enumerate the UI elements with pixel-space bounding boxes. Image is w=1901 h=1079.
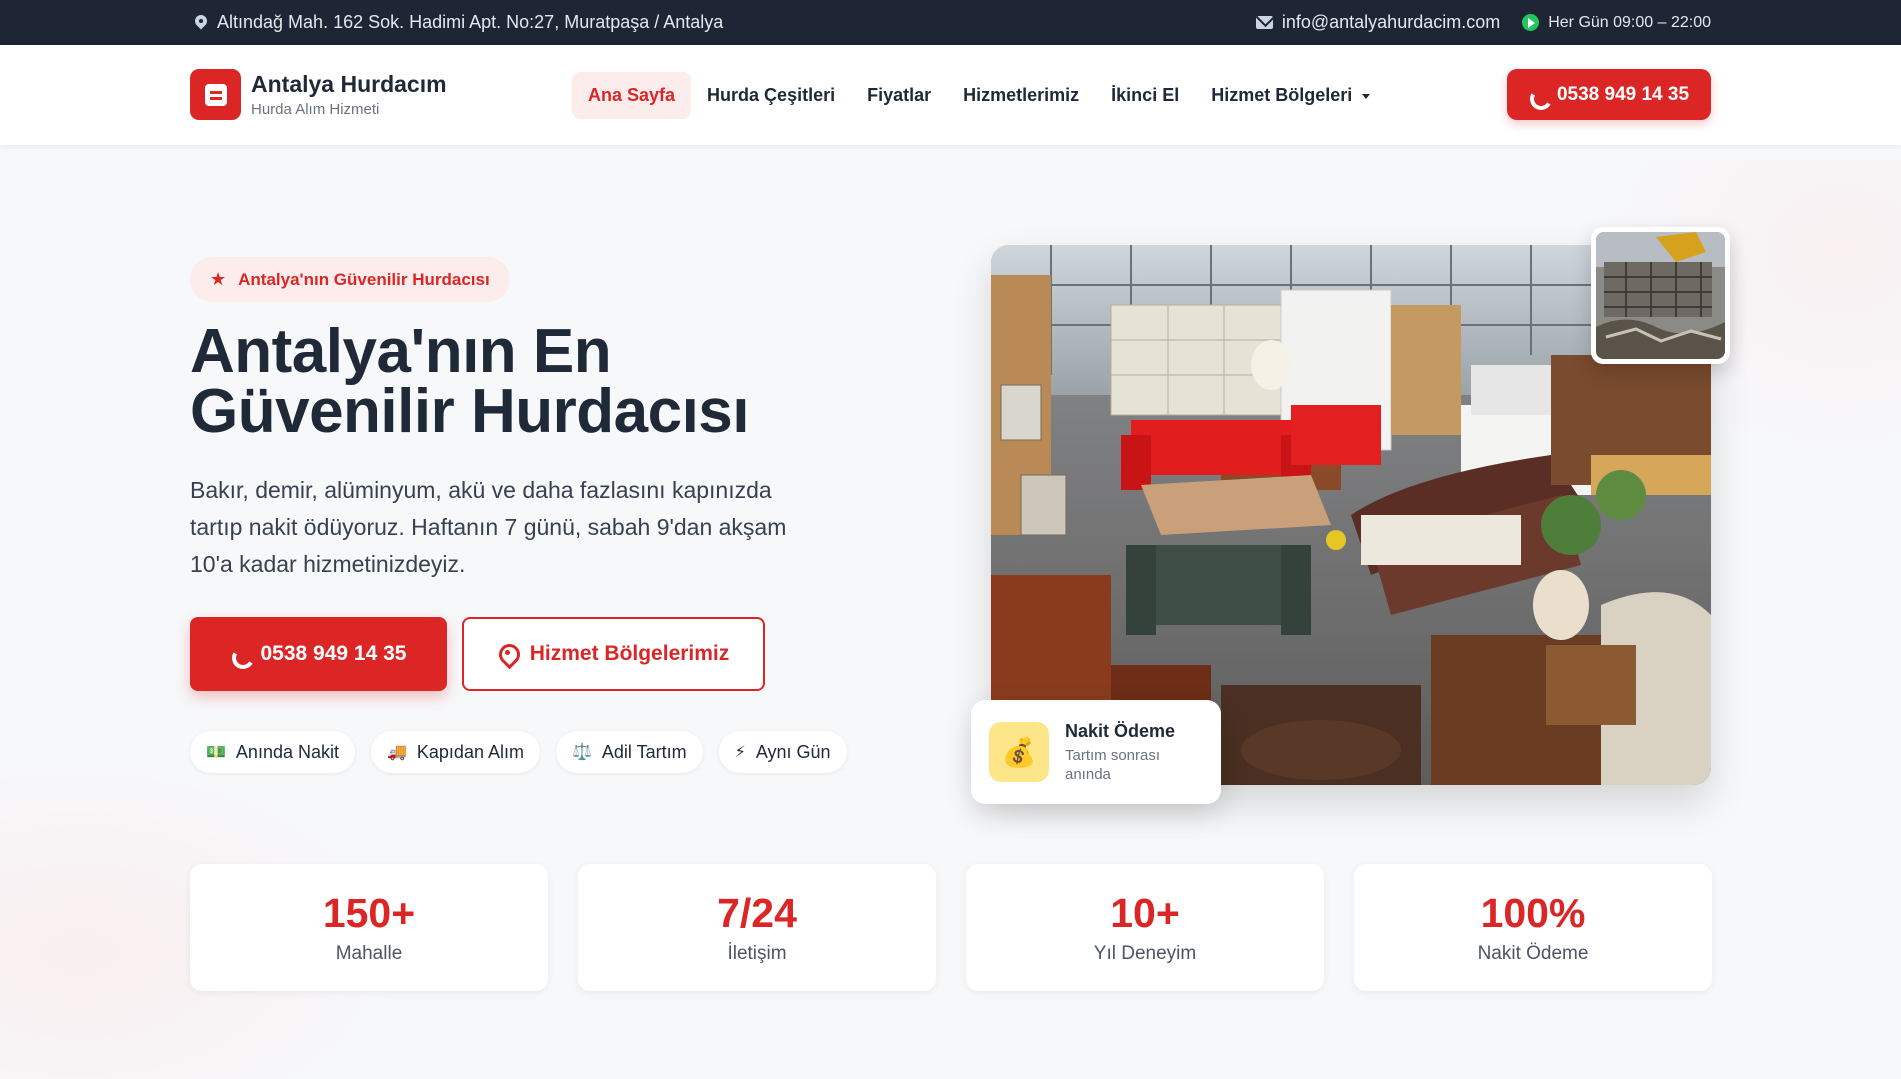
service-areas-button-label: Hizmet Bölgelerimiz <box>529 642 730 665</box>
clock-icon <box>1522 14 1540 31</box>
hero-description: Bakır, demir, alüminyum, akü ve daha faz… <box>190 477 787 577</box>
address-text: Altındağ Mah. 162 Sok. Hadimi Apt. No:27… <box>217 12 724 32</box>
hero-call-button-label: 0538 949 14 35 <box>260 642 407 665</box>
hero-call-button[interactable]: 0538 949 14 35 <box>190 617 447 691</box>
email-link[interactable]: info@antalyahurdacim.com <box>1255 12 1500 33</box>
stat-card: 150+ Mahalle <box>190 864 548 991</box>
cash-payment-card: 💰 Nakit Ödeme Tartım sonrası anında <box>971 700 1221 804</box>
stat-label: Mahalle <box>335 943 403 964</box>
hero-title-line2: Güvenilir Hurdacısı <box>190 377 750 446</box>
trust-badge-label: Antalya'nın Güvenilir Hurdacısı <box>238 269 490 289</box>
truck-icon: 🚚 <box>386 744 407 761</box>
nav-item-hizmet-bolgeleri[interactable]: Hizmet Bölgeleri <box>1195 72 1386 119</box>
stat-value: 10+ <box>1110 890 1180 936</box>
feature-chip: 🚚 Kapıdan Alım <box>370 731 540 773</box>
chevron-down-icon <box>1362 93 1371 99</box>
lightning-icon: ⚡ <box>734 744 746 761</box>
call-button[interactable]: 0538 949 14 35 <box>1507 69 1711 120</box>
hours-text: Her Gün 09:00 – 22:00 <box>1548 13 1711 31</box>
mail-icon <box>1255 16 1273 29</box>
stat-value: 150+ <box>322 890 416 936</box>
hero-title-line1: Antalya'nın En <box>190 317 612 386</box>
main-navigation: Antalya Hurdacım Hurda Alım Hizmeti Ana … <box>0 45 1901 145</box>
stat-label: Yıl Deneyim <box>1093 943 1197 964</box>
feature-chip: ⚡ Aynı Gün <box>718 731 847 773</box>
nav-item-hurda-cesitleri[interactable]: Hurda Çeşitleri <box>691 72 851 119</box>
cash-icon: 💵 <box>206 744 226 761</box>
feature-chip-label: Kapıdan Alım <box>416 741 524 762</box>
stat-value: 7/24 <box>717 890 797 936</box>
feature-chip: 💵 Anında Nakit <box>190 731 355 773</box>
email-text[interactable]: info@antalyahurdacim.com <box>1282 12 1500 33</box>
feature-chip-label: Anında Nakit <box>235 741 339 762</box>
scrapyard-thumbnail <box>1591 227 1730 364</box>
stat-value: 100% <box>1480 890 1586 936</box>
money-bag-icon: 💰 <box>989 722 1049 782</box>
map-pin-icon <box>194 15 208 31</box>
phone-icon <box>1529 87 1545 103</box>
location-icon <box>498 644 516 664</box>
stat-label: Nakit Ödeme <box>1477 943 1589 964</box>
nav-item-ikinci-el[interactable]: İkinci El <box>1095 72 1195 119</box>
trust-badge: ★ Antalya'nın Güvenilir Hurdacısı <box>190 257 510 302</box>
feature-chips: 💵 Anında Nakit 🚚 Kapıdan Alım ⚖️ Adil Ta… <box>190 731 847 773</box>
hero-title: Antalya'nın En Güvenilir Hurdacısı <box>190 317 890 446</box>
service-areas-button[interactable]: Hizmet Bölgelerimiz <box>462 617 765 691</box>
stat-card: 7/24 İletişim <box>578 864 936 991</box>
brand-subtitle: Hurda Alım Hizmeti <box>251 101 380 118</box>
nav-item-hizmet-bolgeleri-label: Hizmet Bölgeleri <box>1211 85 1353 105</box>
brand-logo[interactable]: Antalya Hurdacım Hurda Alım Hizmeti <box>190 69 447 120</box>
feature-chip: ⚖️ Adil Tartım <box>555 731 703 773</box>
cash-payment-title: Nakit Ödeme <box>1065 720 1176 741</box>
address: Altındağ Mah. 162 Sok. Hadimi Apt. No:27… <box>194 12 723 33</box>
phone-icon <box>231 646 247 662</box>
nav-item-hizmetlerimiz[interactable]: Hizmetlerimiz <box>947 72 1095 119</box>
scale-icon: ⚖️ <box>571 744 592 761</box>
document-icon <box>190 69 241 120</box>
scrapyard-photo <box>1596 232 1725 359</box>
brand-title: Antalya Hurdacım <box>251 71 447 97</box>
nav-menu: Ana Sayfa Hurda Çeşitleri Fiyatlar Hizme… <box>572 72 1386 119</box>
working-hours: Her Gün 09:00 – 22:00 <box>1522 14 1711 32</box>
feature-chip-label: Adil Tartım <box>601 741 687 762</box>
call-button-label: 0538 949 14 35 <box>1556 83 1690 105</box>
stat-label: İletişim <box>727 943 787 964</box>
nav-item-ana-sayfa[interactable]: Ana Sayfa <box>572 72 692 119</box>
top-info-bar: Altındağ Mah. 162 Sok. Hadimi Apt. No:27… <box>0 0 1901 45</box>
stat-card: 10+ Yıl Deneyim <box>966 864 1324 991</box>
cash-payment-subtitle: Tartım sonrası anında <box>1065 746 1161 783</box>
feature-chip-label: Aynı Gün <box>755 741 831 762</box>
stats-row: 150+ Mahalle 7/24 İletişim 10+ Yıl Deney… <box>190 864 1712 991</box>
star-icon: ★ <box>210 269 227 289</box>
nav-item-fiyatlar[interactable]: Fiyatlar <box>851 72 947 119</box>
stat-card: 100% Nakit Ödeme <box>1354 864 1712 991</box>
